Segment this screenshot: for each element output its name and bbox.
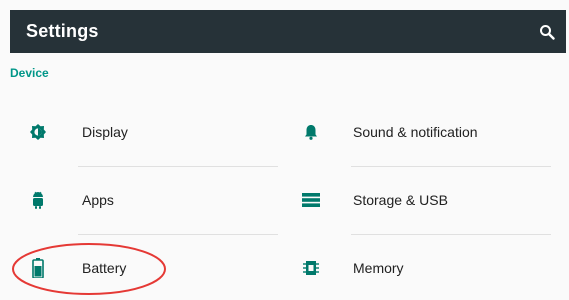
- settings-item-label: Memory: [353, 260, 404, 276]
- memory-chip-icon: [301, 258, 321, 278]
- page-title: Settings: [26, 21, 99, 41]
- brightness-icon: [28, 122, 48, 142]
- settings-item-display[interactable]: Display: [28, 99, 278, 165]
- settings-item-storage-usb[interactable]: Storage & USB: [301, 167, 551, 233]
- settings-item-label: Display: [82, 124, 128, 140]
- settings-item-label: Storage & USB: [353, 192, 448, 208]
- android-icon: [28, 190, 48, 210]
- search-button[interactable]: [534, 19, 560, 45]
- section-header-device: Device: [10, 66, 49, 80]
- storage-icon: [301, 190, 321, 210]
- settings-item-label: Battery: [82, 260, 127, 276]
- settings-screen: Settings Device Display Sound & notifica…: [0, 0, 569, 300]
- settings-item-label: Sound & notification: [353, 124, 478, 140]
- bell-icon: [301, 122, 321, 142]
- settings-item-label: Apps: [82, 192, 114, 208]
- settings-item-memory[interactable]: Memory: [301, 235, 551, 300]
- settings-item-sound-notification[interactable]: Sound & notification: [301, 99, 551, 165]
- battery-icon: [28, 258, 48, 278]
- settings-item-apps[interactable]: Apps: [28, 167, 278, 233]
- search-icon: [540, 24, 555, 40]
- settings-item-battery[interactable]: Battery: [28, 235, 278, 300]
- app-toolbar: Settings: [10, 10, 566, 53]
